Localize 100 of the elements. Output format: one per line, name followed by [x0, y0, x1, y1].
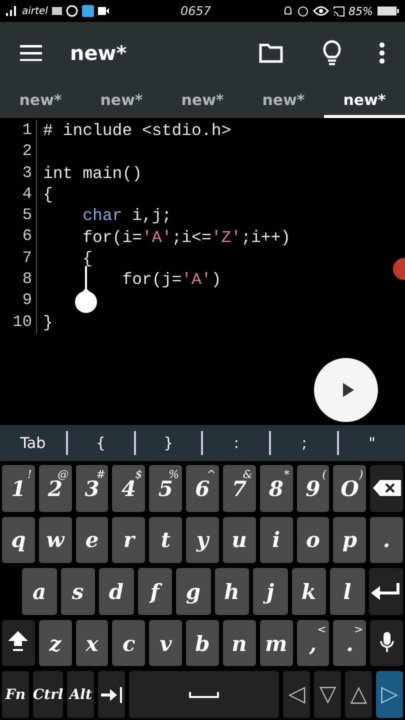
line-number: 2	[0, 141, 37, 163]
symbol-key[interactable]: ;	[271, 425, 338, 461]
key[interactable]: .	[370, 516, 403, 564]
symbol-key[interactable]: Tab	[0, 425, 66, 461]
key[interactable]: t	[149, 516, 182, 564]
key[interactable]: x	[76, 620, 108, 666]
battery-percent: 85%	[348, 4, 373, 18]
key[interactable]: p	[333, 516, 366, 564]
line-number: 10	[0, 312, 37, 333]
play-icon	[342, 383, 354, 397]
line-number: 8	[0, 269, 37, 290]
symbol-key[interactable]: }	[136, 425, 202, 461]
more-options-icon[interactable]	[379, 42, 385, 64]
backspace-key[interactable]	[370, 465, 403, 512]
file-tab[interactable]: new*	[81, 84, 162, 118]
cast-icon	[332, 6, 345, 16]
cursor-handle[interactable]	[74, 266, 98, 314]
line-number: 9	[0, 290, 37, 312]
line-number: 5	[0, 205, 37, 226]
code-line: int main()	[42, 164, 142, 183]
key[interactable]: y	[186, 516, 219, 564]
key[interactable]: s	[60, 568, 95, 615]
mic-key[interactable]	[370, 620, 403, 666]
key[interactable]: 3#	[76, 465, 108, 512]
signal-icon	[6, 6, 18, 16]
key[interactable]: a	[22, 568, 56, 615]
key[interactable]: u	[222, 516, 256, 564]
key[interactable]: h	[214, 568, 249, 615]
code-line: for(j='A')	[121, 270, 222, 290]
symbol-key[interactable]: {	[68, 425, 134, 461]
eye-icon	[312, 6, 329, 16]
arrow-key[interactable]: ▽	[314, 671, 342, 718]
microphone-icon	[380, 632, 394, 654]
enter-key[interactable]	[368, 568, 403, 615]
key[interactable]: 9(	[296, 465, 330, 512]
key[interactable]: i	[260, 516, 293, 564]
app-icon	[82, 5, 94, 17]
key[interactable]: c	[112, 620, 146, 666]
backspace-icon	[372, 480, 401, 496]
key[interactable]: q	[2, 516, 35, 564]
key[interactable]: k	[292, 568, 326, 615]
key[interactable]: O)	[333, 465, 366, 512]
code-line: for(i='A';i<='Z';i++)	[82, 228, 291, 247]
lightbulb-icon[interactable]	[323, 40, 341, 66]
code-line: # include <stdio.h>	[42, 121, 232, 140]
key[interactable]: 5%	[149, 465, 182, 512]
line-number: 4	[0, 184, 37, 206]
tab-icon	[100, 686, 123, 704]
modifier-key[interactable]: Ctrl	[32, 671, 64, 718]
key[interactable]: g	[176, 568, 210, 615]
code-line: }	[42, 312, 53, 332]
shift-key[interactable]	[2, 620, 35, 666]
arrow-key[interactable]: ◁	[283, 671, 310, 718]
file-tab[interactable]: new*	[162, 84, 243, 118]
symbol-key[interactable]: "	[339, 425, 405, 461]
carrier-name: airtel	[22, 6, 48, 16]
key[interactable]: 8*	[260, 465, 293, 512]
key[interactable]: 7&	[222, 465, 256, 512]
key[interactable]: , <	[296, 620, 330, 666]
clock: 0657	[180, 4, 211, 18]
folder-icon[interactable]	[259, 43, 283, 63]
key[interactable]: 6^	[186, 465, 219, 512]
file-tab[interactable]: new*	[0, 84, 81, 118]
tab-key[interactable]	[98, 671, 125, 718]
arrow-key[interactable]: △	[345, 671, 372, 718]
key[interactable]: 2@	[38, 465, 72, 512]
modifier-key[interactable]: Fn	[2, 671, 29, 718]
line-number: 6	[0, 226, 37, 248]
app-title: new*	[70, 41, 128, 65]
key[interactable]: v	[149, 620, 182, 666]
menu-icon[interactable]	[20, 45, 42, 61]
key[interactable]: l	[330, 568, 364, 615]
key[interactable]: 1!	[2, 465, 35, 512]
key[interactable]: f	[138, 568, 172, 615]
arrow-key[interactable]: ▷	[376, 671, 403, 718]
key[interactable]: o	[296, 516, 330, 564]
scroll-handle[interactable]	[393, 258, 405, 280]
line-number: 7	[0, 248, 37, 270]
key[interactable]: d	[99, 568, 134, 615]
key[interactable]: z	[38, 620, 72, 666]
modifier-key[interactable]: Alt	[67, 671, 94, 718]
key[interactable]: e	[76, 516, 108, 564]
file-tab[interactable]: new*	[243, 84, 324, 118]
key[interactable]: . >	[333, 620, 366, 666]
symbol-key[interactable]: :	[203, 425, 270, 461]
key[interactable]: 4$	[112, 465, 146, 512]
line-number: 1	[0, 120, 37, 142]
key[interactable]: j	[253, 568, 288, 615]
key[interactable]: r	[112, 516, 146, 564]
code-line: char i,j;	[82, 206, 172, 226]
code-line: {	[82, 248, 92, 268]
video-icon	[98, 7, 109, 15]
code-line: {	[42, 185, 53, 204]
space-icon	[189, 692, 220, 698]
key[interactable]: m	[260, 620, 293, 666]
enter-icon	[370, 581, 401, 602]
key[interactable]: w	[38, 516, 72, 564]
key[interactable]: b	[186, 620, 219, 666]
battery-icon	[377, 6, 399, 16]
key[interactable]: n	[222, 620, 256, 666]
